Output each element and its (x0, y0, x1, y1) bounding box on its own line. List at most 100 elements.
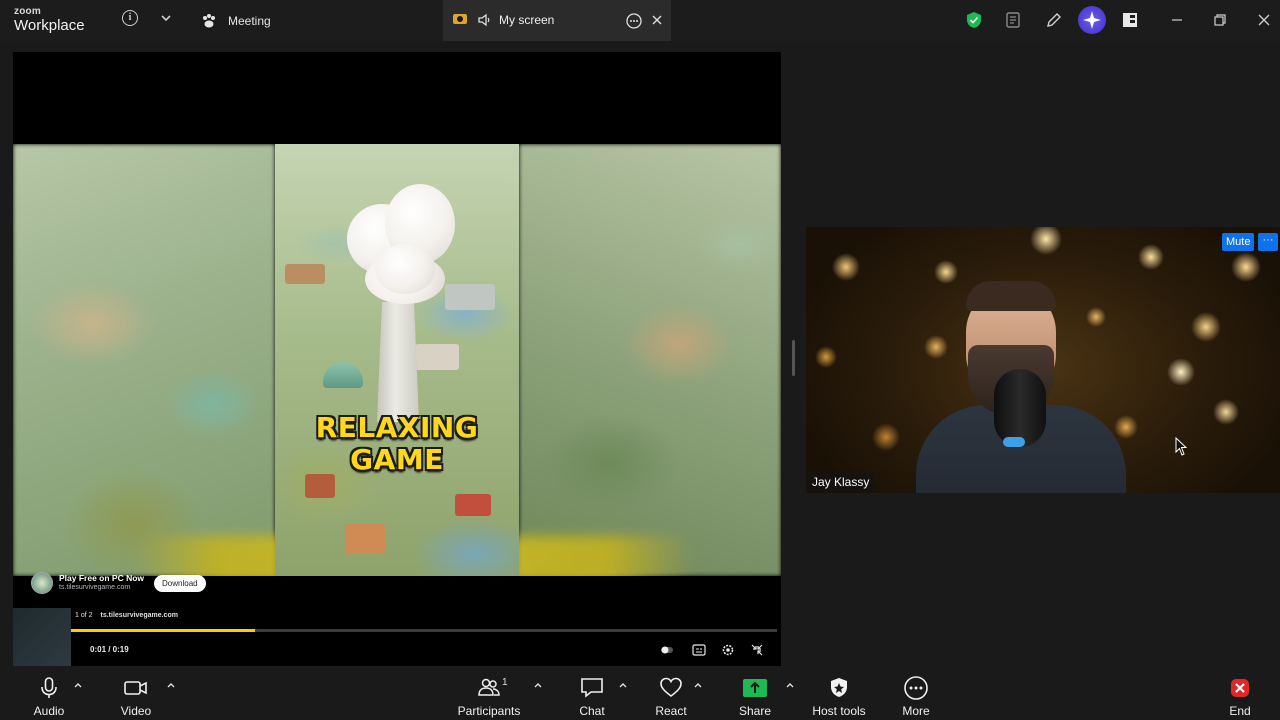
participant-mute-button[interactable]: Mute (1222, 233, 1255, 251)
captions-icon[interactable] (692, 643, 706, 657)
zoom-logo: zoom Workplace (14, 6, 85, 34)
video-progress-bar[interactable] (71, 629, 777, 632)
settings-gear-icon[interactable] (721, 643, 735, 657)
participant-count: 1 (502, 677, 508, 688)
ad-logo (31, 572, 53, 594)
paw-icon (203, 13, 215, 27)
share-options-caret-icon[interactable] (785, 681, 795, 689)
playlist-position: 1 of 2 (75, 612, 93, 619)
participants-button[interactable]: Participants (455, 668, 523, 720)
end-x-icon (1231, 679, 1249, 697)
autoplay-toggle-icon[interactable] (660, 643, 674, 657)
video-progress-fill (71, 629, 255, 632)
tab-my-screen[interactable]: My screen (443, 0, 671, 41)
meeting-toolbar: Audio Video Participants 1 Chat React Sh… (0, 668, 1280, 720)
ad-title: Play Free on PC Now (59, 573, 145, 584)
video-title-line2: GAME (350, 443, 444, 476)
end-meeting-button[interactable]: End (1224, 668, 1256, 720)
download-button[interactable]: Download (154, 574, 206, 592)
zoom-window: zoom Workplace i Meeting My screen RELAX… (0, 0, 1280, 720)
participant-figure (916, 281, 1126, 493)
playlist-site: ts.tilesurvivegame.com (100, 612, 178, 619)
audio-button[interactable]: Audio (33, 668, 65, 720)
more-dots-icon (904, 676, 928, 700)
more-button[interactable]: More (900, 668, 932, 720)
minimize-icon[interactable] (1167, 10, 1187, 30)
apps-panel-icon[interactable] (1120, 10, 1140, 30)
react-label: React (655, 704, 687, 718)
chat-button[interactable]: Chat (576, 668, 608, 720)
end-label: End (1229, 704, 1251, 718)
participant-video[interactable] (806, 227, 1280, 493)
video-blur-left (13, 144, 275, 576)
playlist-info: 1 of 2 ts.tilesurvivegame.com (75, 612, 178, 619)
title-bar: zoom Workplace i Meeting My screen (0, 0, 1280, 41)
video-options-caret-icon[interactable] (166, 681, 176, 689)
participant-more-button[interactable]: ··· (1258, 233, 1278, 251)
share-label: Share (738, 704, 772, 718)
video-time: 0:01 / 0:19 (90, 645, 129, 654)
pencil-icon[interactable] (1044, 10, 1064, 30)
video-blur-right (519, 144, 781, 576)
close-window-icon[interactable] (1254, 10, 1274, 30)
share-screen-icon (453, 14, 467, 24)
mouse-cursor-icon (1175, 437, 1187, 456)
steam-cloud (375, 244, 435, 294)
video-label: Video (120, 704, 152, 718)
heart-icon (660, 677, 682, 698)
shield-icon[interactable] (964, 10, 984, 30)
chat-label: Chat (579, 704, 605, 718)
microphone-object (994, 369, 1046, 447)
video-title-line1: RELAXING (315, 411, 479, 444)
ad-url: ts.tilesurvivegame.com (59, 583, 131, 591)
video-frame: RELAXING GAME (275, 144, 519, 576)
shared-screen[interactable]: RELAXING GAME Play Free on PC Now ts.til… (13, 52, 781, 666)
participants-label: Participants (457, 704, 521, 718)
camera-icon (124, 681, 147, 695)
brand-top: zoom (14, 6, 41, 17)
building (455, 494, 491, 516)
building (345, 524, 385, 554)
host-shield-icon (831, 678, 847, 697)
panel-splitter-handle[interactable] (792, 340, 795, 376)
close-tab-icon[interactable] (652, 15, 662, 25)
building (415, 344, 459, 370)
more-options-icon[interactable] (626, 13, 642, 29)
share-button[interactable]: Share (739, 668, 771, 720)
audio-options-caret-icon[interactable] (73, 681, 83, 689)
ad-banner[interactable]: Play Free on PC Now ts.tilesurvivegame.c… (31, 572, 206, 594)
audio-label: Audio (33, 704, 65, 718)
participant-name: Jay Klassy (806, 472, 876, 492)
dome-building (323, 362, 363, 388)
exit-fullscreen-icon[interactable] (750, 643, 764, 657)
more-label: More (902, 704, 930, 718)
restore-icon[interactable] (1210, 10, 1230, 30)
video-thumbnail[interactable] (13, 608, 71, 666)
info-icon[interactable]: i (122, 10, 138, 26)
video-title: RELAXING GAME (275, 412, 519, 476)
host-tools-label: Host tools (812, 704, 866, 718)
building (445, 284, 495, 310)
chevron-down-icon[interactable] (160, 12, 172, 24)
share-screen-arrow-icon (743, 679, 767, 697)
participants-options-caret-icon[interactable] (533, 681, 543, 689)
brand-bottom: Workplace (14, 17, 85, 34)
notes-icon[interactable] (1003, 10, 1023, 30)
video-button[interactable]: Video (120, 668, 152, 720)
tab-meeting-label: Meeting (228, 13, 271, 28)
participants-icon (478, 678, 500, 696)
tab-my-screen-label: My screen (499, 13, 555, 27)
ai-companion-icon[interactable] (1078, 6, 1106, 34)
chat-options-caret-icon[interactable] (618, 681, 628, 689)
shared-video[interactable]: RELAXING GAME (13, 144, 781, 576)
host-tools-button[interactable]: Host tools (810, 668, 868, 720)
react-button[interactable]: React (655, 668, 687, 720)
tab-meeting[interactable]: Meeting (200, 0, 271, 41)
building (285, 264, 325, 284)
chat-bubble-icon (581, 678, 603, 698)
building (305, 474, 335, 498)
react-options-caret-icon[interactable] (693, 681, 703, 689)
speaker-icon[interactable] (477, 13, 491, 27)
microphone-icon (41, 677, 57, 698)
cooling-tower (377, 302, 419, 422)
